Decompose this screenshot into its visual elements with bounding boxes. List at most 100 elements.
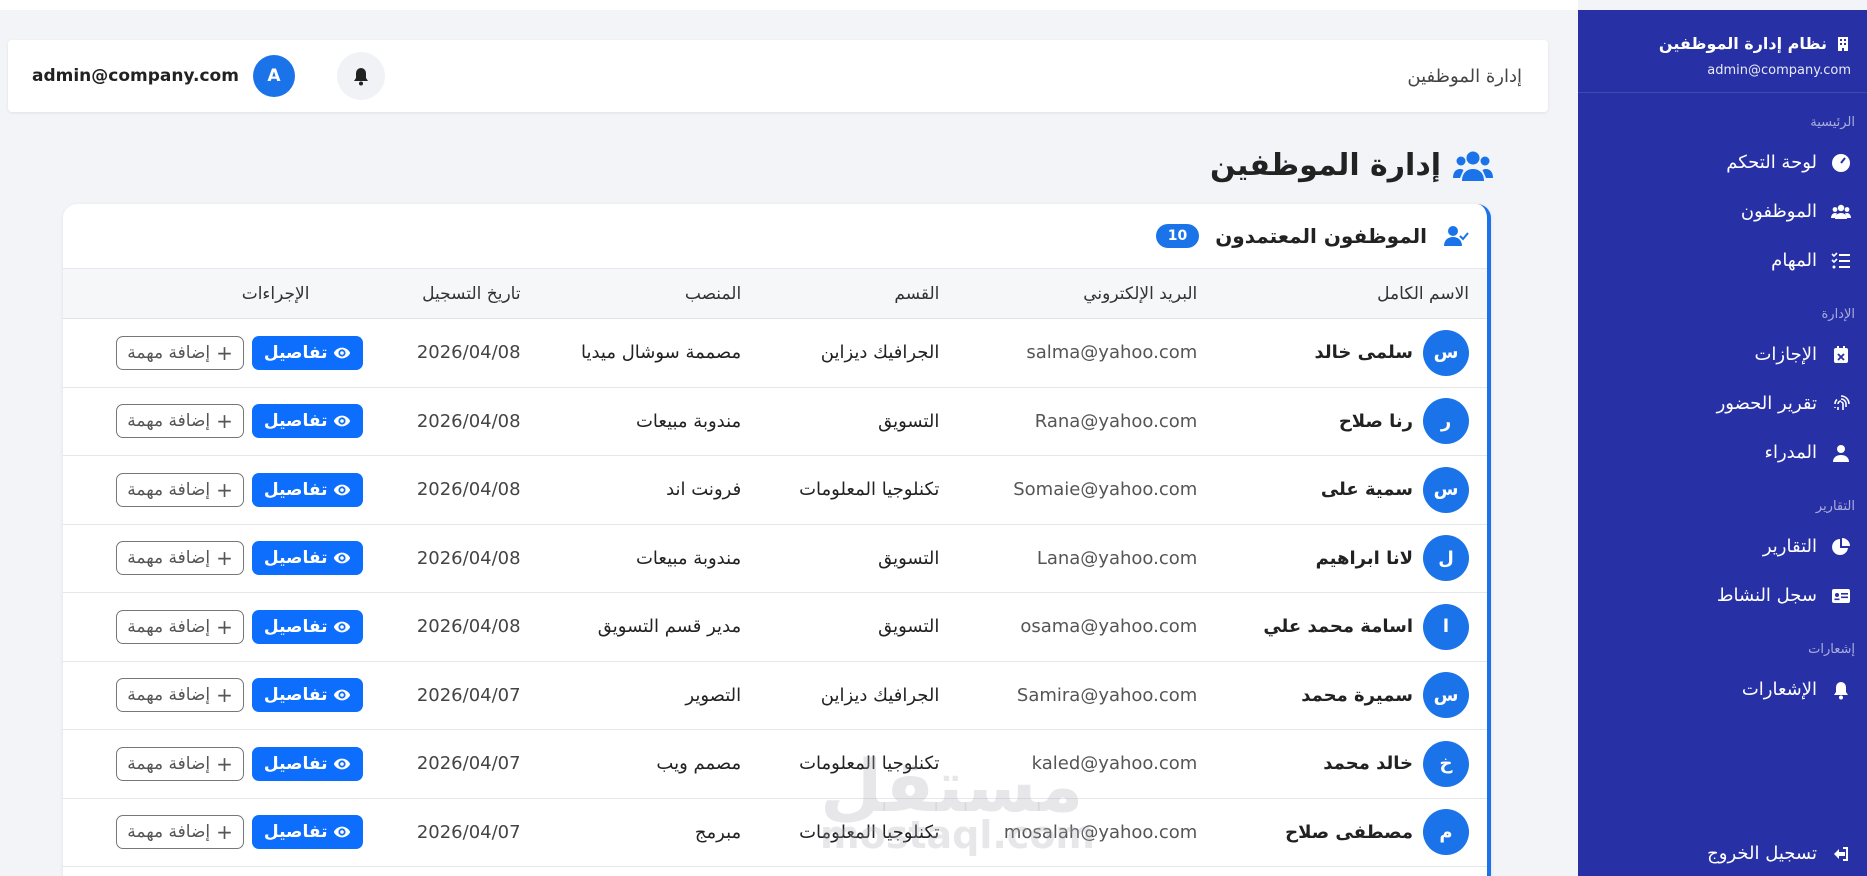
sidebar-item-managers[interactable]: المدراء: [1578, 428, 1867, 477]
users-icon: [1453, 149, 1493, 183]
table-row: س سلمى خالد salma@yahoo.com الجرافيك ديز…: [63, 319, 1487, 388]
details-button[interactable]: تفاصيل: [251, 678, 364, 713]
employees-card: الموظفون المعتمدون 10 الاسم الكامل البري…: [63, 204, 1491, 876]
add-task-button[interactable]: + إضافة مهمة: [116, 746, 244, 781]
details-button[interactable]: تفاصيل: [251, 815, 364, 850]
building-icon: [1835, 36, 1851, 52]
sidebar-item-leaves[interactable]: الإجازات: [1578, 330, 1867, 379]
avatar: ل: [1423, 535, 1469, 582]
notifications-bell-button[interactable]: [336, 52, 385, 100]
sidebar-item-attendance[interactable]: تقرير الحضور: [1578, 379, 1867, 428]
sidebar-email: admin@company.com: [1707, 63, 1851, 78]
add-task-button[interactable]: + إضافة مهمة: [116, 335, 244, 370]
header-title: إدارة الموظفين: [1407, 65, 1522, 87]
calendar-x-icon: [1831, 345, 1851, 365]
table-row: س سميرة محمد Samira@yahoo.com الجرافيك د…: [63, 661, 1487, 730]
top-strip: [0, 0, 1578, 10]
cell-actions: تفاصيل + إضافة مهمة: [63, 593, 381, 662]
cell-email: Lana@yahoo.com: [1036, 547, 1198, 569]
cell-actions: تفاصيل + إضافة مهمة: [63, 798, 381, 867]
details-button[interactable]: تفاصيل: [251, 746, 364, 781]
employee-name: سميرة محمد: [1301, 684, 1413, 706]
header-email: admin@company.com: [32, 66, 239, 86]
plus-icon: +: [216, 409, 233, 434]
cell-department: التسويق: [878, 410, 940, 432]
cell-name: س سلمى خالد: [1215, 319, 1487, 388]
employees-table: الاسم الكامل البريد الإلكتروني القسم الم…: [63, 268, 1487, 867]
employee-name: مصطفى صلاح: [1285, 821, 1413, 843]
details-button[interactable]: تفاصيل: [251, 335, 364, 370]
cell-email: Somaie@yahoo.com: [1013, 479, 1198, 501]
cell-name: ل لانا ابراهيم: [1215, 524, 1487, 593]
header-user-area: admin@company.com A: [32, 52, 385, 100]
sidebar-header: نظام إدارة الموظفين admin@company.com: [1578, 10, 1867, 93]
details-button[interactable]: تفاصيل: [251, 541, 364, 576]
cell-actions: تفاصيل + إضافة مهمة: [63, 387, 381, 456]
employee-name: لانا ابراهيم: [1315, 547, 1413, 569]
eye-icon: [333, 481, 351, 499]
cell-name: خ خالد محمد: [1215, 730, 1487, 799]
sidebar-item-reports[interactable]: التقارير: [1578, 522, 1867, 571]
sidebar-item-activity-log[interactable]: سجل النشاط: [1578, 571, 1867, 620]
cell-department: تكنلوجيا المعلومات: [799, 821, 940, 843]
cell-name: م مصطفى صلاح: [1215, 798, 1487, 867]
add-task-button[interactable]: + إضافة مهمة: [116, 678, 244, 713]
cell-position: مندوبة مبيعات: [635, 410, 742, 432]
table-body: س سلمى خالد salma@yahoo.com الجرافيك ديز…: [63, 319, 1487, 867]
count-badge: 10: [1155, 224, 1200, 248]
cell-email: mosalah@yahoo.com: [1003, 821, 1198, 843]
fingerprint-icon: [1831, 394, 1851, 414]
section-main-label: الرئيسية: [1810, 115, 1855, 130]
cell-date: 2026/04/07: [416, 821, 521, 843]
bell-icon: [351, 66, 371, 86]
sidebar-item-notifications[interactable]: الإشعارات: [1578, 665, 1867, 714]
cell-department: الجرافيك ديزاين: [820, 342, 940, 364]
sidebar-item-employees[interactable]: الموظفون: [1578, 187, 1867, 236]
sidebar-item-tasks[interactable]: المهام: [1578, 236, 1867, 285]
eye-icon: [333, 823, 351, 841]
card-header: الموظفون المعتمدون 10: [63, 204, 1487, 268]
eye-icon: [333, 618, 351, 636]
employee-name: اسامة محمد علي: [1263, 616, 1413, 638]
sidebar: نظام إدارة الموظفين admin@company.com ال…: [1578, 10, 1867, 876]
cell-email: osama@yahoo.com: [1020, 616, 1198, 638]
add-task-button[interactable]: + إضافة مهمة: [116, 472, 244, 507]
employee-name: سمية على: [1320, 479, 1413, 501]
logout-button[interactable]: تسجيل الخروج: [1707, 843, 1851, 864]
add-task-button[interactable]: + إضافة مهمة: [116, 404, 244, 439]
avatar: خ: [1423, 740, 1469, 787]
col-header-department: القسم: [894, 283, 940, 304]
cell-actions: تفاصيل + إضافة مهمة: [63, 730, 381, 799]
avatar: ا: [1423, 603, 1469, 650]
cell-department: التسويق: [878, 547, 940, 569]
avatar: س: [1423, 672, 1469, 719]
avatar: س: [1423, 329, 1469, 376]
add-task-button[interactable]: + إضافة مهمة: [116, 609, 244, 644]
details-button[interactable]: تفاصيل: [251, 609, 364, 644]
plus-icon: +: [216, 820, 233, 845]
details-button[interactable]: تفاصيل: [251, 404, 364, 439]
plus-icon: +: [216, 751, 233, 776]
add-task-button[interactable]: + إضافة مهمة: [116, 541, 244, 576]
avatar[interactable]: A: [252, 55, 295, 97]
sidebar-item-dashboard[interactable]: لوحة التحكم: [1578, 138, 1867, 187]
details-button[interactable]: تفاصيل: [251, 472, 364, 507]
eye-icon: [333, 549, 351, 567]
cell-department: الجرافيك ديزاين: [820, 684, 940, 706]
table-header-row: الاسم الكامل البريد الإلكتروني القسم الم…: [63, 268, 1487, 319]
table-row: س سمية على Somaie@yahoo.com تكنلوجيا الم…: [63, 456, 1487, 524]
cell-email: Rana@yahoo.com: [1034, 410, 1198, 432]
cell-actions: تفاصيل + إضافة مهمة: [63, 524, 381, 593]
plus-icon: +: [216, 683, 233, 708]
cell-position: مبرمج: [694, 821, 742, 843]
plus-icon: +: [216, 614, 233, 639]
cell-position: مصمم ويب: [656, 753, 742, 775]
col-header-date: تاريخ التسجيل: [422, 283, 521, 304]
add-task-button[interactable]: + إضافة مهمة: [116, 815, 244, 850]
cell-position: مدير قسم التسويق: [597, 616, 742, 638]
employee-name: رنا صلاح: [1338, 410, 1413, 432]
user-icon: [1831, 443, 1851, 463]
cell-department: التسويق: [878, 616, 940, 638]
cell-name: ر رنا صلاح: [1215, 387, 1487, 456]
cell-date: 2026/04/08: [416, 547, 521, 569]
